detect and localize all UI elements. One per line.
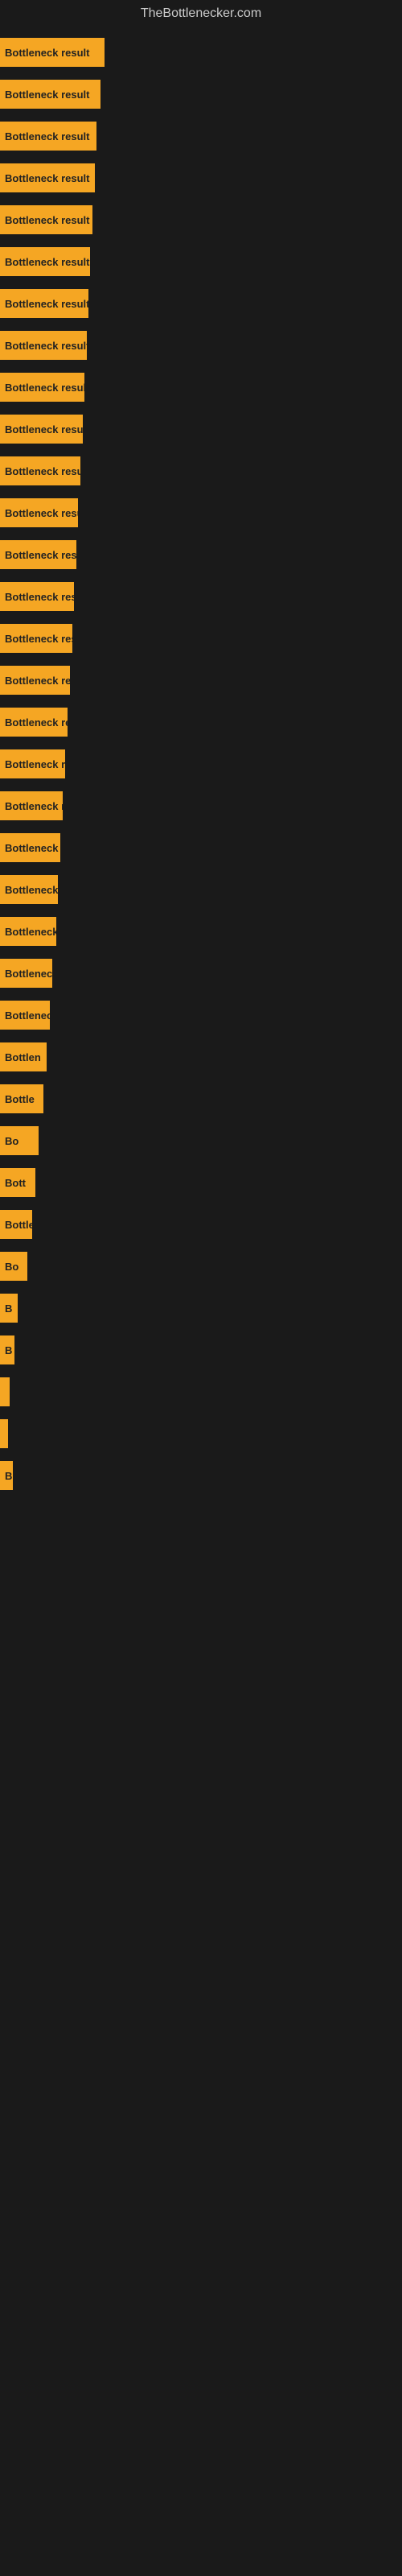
bar-row: Bottleneck result: [0, 910, 402, 952]
bottleneck-bar: Bottleneck result: [0, 247, 90, 276]
bottleneck-bar: Bottleneck result: [0, 917, 56, 946]
bottleneck-bar: Bottleneck result: [0, 540, 76, 569]
bar-row: Bottle: [0, 1078, 402, 1120]
bar-row: Bottleneck result: [0, 324, 402, 366]
bottleneck-bar: Bottleneck result: [0, 331, 87, 360]
bottleneck-bar: Bottlen: [0, 1042, 47, 1071]
bottleneck-bar: [0, 1419, 8, 1448]
bottleneck-bar: Bottleneck result: [0, 582, 74, 611]
bottleneck-bar: Bottleneck result: [0, 708, 68, 737]
bottleneck-bar: Bottleneck: [0, 959, 52, 988]
bottleneck-bar: Bottleneck resu: [0, 833, 60, 862]
bar-row: Bottlene: [0, 1203, 402, 1245]
bar-row: Bottleneck result: [0, 450, 402, 492]
bar-row: B: [0, 1287, 402, 1329]
bar-row: Bottleneck result: [0, 617, 402, 659]
bar-row: Bottleneck result: [0, 115, 402, 157]
bottleneck-bar: Bottleneck result: [0, 624, 72, 653]
bottleneck-bar: [0, 1377, 10, 1406]
bar-row: [0, 1413, 402, 1455]
bottleneck-bar: Bottleneck result: [0, 205, 92, 234]
bar-row: Bottleneck result: [0, 408, 402, 450]
bar-row: Bottleneck result: [0, 576, 402, 617]
bar-row: Bottleneck r: [0, 785, 402, 827]
bar-row: Bottleneck result: [0, 241, 402, 283]
bar-row: Bott: [0, 1162, 402, 1203]
bottleneck-bar: Bottleneck result: [0, 289, 88, 318]
bottleneck-bar: Bottleneck result: [0, 456, 80, 485]
bottleneck-bar: Bottleneck result: [0, 163, 95, 192]
bottleneck-bar: Bottleneck resu: [0, 749, 65, 778]
bottleneck-bar: Bottleneck result: [0, 373, 84, 402]
bottleneck-bar: Bottle: [0, 1084, 43, 1113]
bar-row: B: [0, 1455, 402, 1496]
bar-row: B: [0, 1329, 402, 1371]
site-title: TheBottlenecker.com: [0, 0, 402, 27]
bar-row: Bottleneck resu: [0, 827, 402, 869]
bottleneck-bar: Bottleneck resul: [0, 666, 70, 695]
bar-row: Bottleneck result: [0, 73, 402, 115]
bottleneck-bar: B: [0, 1461, 13, 1490]
bar-row: Bottleneck result: [0, 366, 402, 408]
bottleneck-bar: B: [0, 1335, 14, 1364]
bottleneck-bar: Bo: [0, 1252, 27, 1281]
bar-row: Bo: [0, 1245, 402, 1287]
bar-row: Bottleneck result: [0, 701, 402, 743]
bar-row: Bottleneck result: [0, 157, 402, 199]
bottleneck-bar: Bottleneck result: [0, 415, 83, 444]
bar-row: [0, 1371, 402, 1413]
bottleneck-bar: Bottleneck re: [0, 875, 58, 904]
bottleneck-bar: Bottleneck result: [0, 498, 78, 527]
bar-row: Bottleneck result: [0, 534, 402, 576]
bottleneck-bar: B: [0, 1294, 18, 1323]
bar-row: Bottleneck resul: [0, 659, 402, 701]
bottleneck-bar: Bottleneck res: [0, 1001, 50, 1030]
bar-row: Bottlen: [0, 1036, 402, 1078]
bottleneck-bar: Bottleneck result: [0, 122, 96, 151]
bar-row: Bottleneck result: [0, 492, 402, 534]
bottleneck-bar: Bottlene: [0, 1210, 32, 1239]
bottleneck-bar: Bottleneck result: [0, 80, 100, 109]
bar-row: Bottleneck resu: [0, 743, 402, 785]
bar-row: Bo: [0, 1120, 402, 1162]
bar-row: Bottleneck re: [0, 869, 402, 910]
bar-row: Bottleneck result: [0, 199, 402, 241]
bottleneck-bar: Bottleneck r: [0, 791, 63, 820]
bar-row: Bottleneck result: [0, 31, 402, 73]
bottleneck-bar: Bo: [0, 1126, 39, 1155]
bars-container: Bottleneck result Bottleneck result Bottle…: [0, 27, 402, 1501]
bar-row: Bottleneck: [0, 952, 402, 994]
bottleneck-bar: Bottleneck result: [0, 38, 105, 67]
bottleneck-bar: Bott: [0, 1168, 35, 1197]
bar-row: Bottleneck res: [0, 994, 402, 1036]
bar-row: Bottleneck result: [0, 283, 402, 324]
